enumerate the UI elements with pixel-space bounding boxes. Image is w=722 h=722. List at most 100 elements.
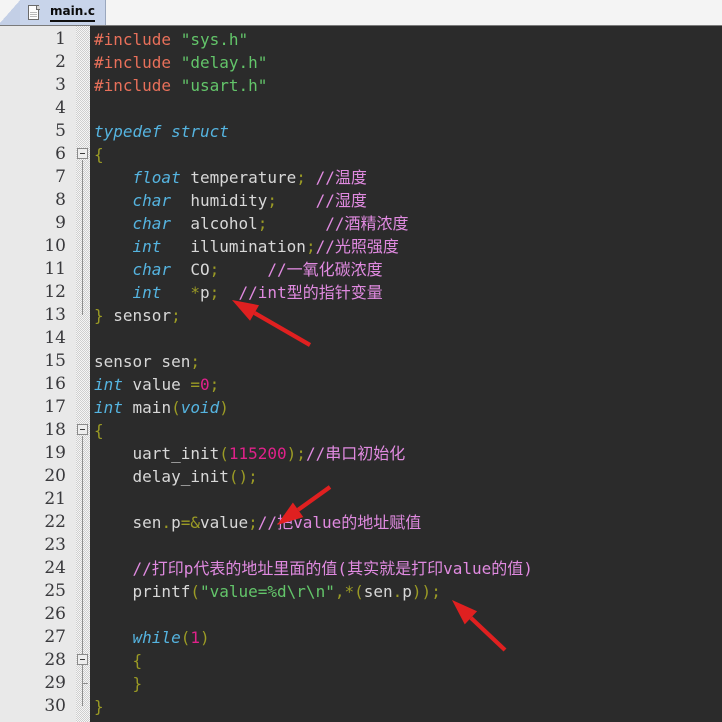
- line-number: 25: [44, 581, 66, 601]
- code-token: //酒精浓度: [325, 214, 409, 233]
- code-token: float: [132, 168, 181, 187]
- code-line[interactable]: int value =0;: [94, 373, 219, 396]
- code-token: ();: [228, 467, 258, 486]
- tab-main-c[interactable]: main.c: [20, 0, 106, 25]
- code-line[interactable]: int illumination;//光照强度: [94, 235, 399, 258]
- code-token: delay_init: [94, 467, 229, 486]
- code-token: }: [94, 306, 104, 325]
- code-token: int: [94, 398, 123, 417]
- code-token: ): [219, 398, 229, 417]
- line-number: 1: [55, 29, 66, 49]
- line-number: 10: [44, 236, 66, 256]
- line-number: 7: [55, 167, 66, 187]
- line-number: 27: [44, 627, 66, 647]
- code-line[interactable]: } sensor;: [94, 304, 181, 327]
- code-token: =&: [180, 513, 200, 532]
- code-line[interactable]: typedef struct: [94, 120, 229, 143]
- line-number: 5: [55, 121, 66, 141]
- code-token: {: [94, 421, 104, 440]
- fold-toggle-icon[interactable]: [77, 654, 88, 665]
- code-token: {: [94, 145, 104, 164]
- line-number: 30: [44, 696, 66, 716]
- code-line[interactable]: delay_init();: [94, 465, 258, 488]
- line-number: 28: [44, 650, 66, 670]
- code-token: //一氧化碳浓度: [267, 260, 383, 279]
- line-number: 23: [44, 535, 66, 555]
- code-line[interactable]: uart_init(115200);//串口初始化: [94, 442, 406, 465]
- code-token: (: [219, 444, 229, 463]
- code-token: #include: [94, 30, 172, 49]
- code-line[interactable]: #include "delay.h": [94, 51, 267, 74]
- code-token: (: [180, 628, 191, 647]
- line-number: 22: [44, 512, 66, 532]
- code-line[interactable]: sen.p=&value;//把value的地址赋值: [94, 511, 422, 534]
- code-token: p: [171, 513, 181, 532]
- code-token: //把value的地址赋值: [257, 513, 422, 532]
- line-number: 17: [44, 397, 66, 417]
- code-line[interactable]: {: [94, 649, 143, 672]
- code-folding-gutter[interactable]: [76, 26, 90, 722]
- line-number: 18: [44, 420, 66, 440]
- code-token: *: [190, 283, 200, 302]
- code-editor-window: main.c 1 2 3 4 5 6 7 8 9 10 11 12 13 14 15 16 17 18 19 20 21…: [0, 0, 722, 722]
- line-number: 4: [55, 98, 66, 118]
- code-line[interactable]: int main(void): [94, 396, 229, 419]
- code-token: (: [190, 582, 200, 601]
- code-line[interactable]: char CO; //一氧化碳浓度: [94, 258, 383, 281]
- code-token: uart_init: [94, 444, 220, 463]
- line-number: 6: [55, 144, 66, 164]
- code-line[interactable]: float temperature; //温度: [94, 166, 367, 189]
- code-token: humidity: [171, 191, 268, 210]
- code-line[interactable]: sensor sen;: [94, 350, 200, 373]
- file-icon: [28, 4, 41, 21]
- code-token: ;: [209, 283, 220, 302]
- code-token: }: [94, 697, 104, 716]
- code-line[interactable]: #include "usart.h": [94, 74, 267, 97]
- code-token: ;: [209, 260, 220, 279]
- code-line[interactable]: char humidity; //湿度: [94, 189, 367, 212]
- code-line[interactable]: {: [94, 143, 104, 166]
- code-line[interactable]: }: [94, 695, 104, 718]
- code-token: ,*(: [334, 582, 364, 601]
- code-token: main: [122, 398, 172, 417]
- line-number: 9: [55, 213, 66, 233]
- code-token: illumination: [161, 237, 306, 256]
- line-number: 20: [44, 466, 66, 486]
- line-number: 24: [44, 558, 66, 578]
- code-token: int: [132, 237, 162, 256]
- code-line[interactable]: int *p; //int型的指针变量: [94, 281, 383, 304]
- tab-bar-leadin: [0, 0, 22, 25]
- code-token: sensor: [103, 306, 172, 325]
- code-line[interactable]: printf("value=%d\r\n",*(sen.p));: [94, 580, 441, 603]
- fold-toggle-icon[interactable]: [77, 148, 88, 159]
- fold-toggle-icon[interactable]: [77, 424, 88, 435]
- code-token: char: [132, 191, 172, 210]
- code-line[interactable]: #include "sys.h": [94, 28, 248, 51]
- code-token: "value=%d\r\n": [199, 582, 335, 601]
- code-token: char: [132, 214, 172, 233]
- line-number: 26: [44, 604, 66, 624]
- code-line[interactable]: while(1): [94, 626, 210, 649]
- code-line[interactable]: }: [94, 672, 143, 695]
- code-token: (: [171, 398, 181, 417]
- code-token: }: [132, 674, 143, 693]
- code-token: //光照强度: [315, 237, 399, 256]
- code-token: printf: [94, 582, 191, 601]
- code-token: typedef struct: [94, 122, 229, 141]
- code-line[interactable]: //打印p代表的地址里面的值(其实就是打印value的值): [94, 557, 533, 580]
- code-token: ;: [305, 237, 316, 256]
- editor[interactable]: 1 2 3 4 5 6 7 8 9 10 11 12 13 14 15 16 17 18 19 20 21 22 23 24 2…: [0, 26, 722, 722]
- code-line[interactable]: {: [94, 419, 104, 442]
- code-line[interactable]: char alcohol; //酒精浓度: [94, 212, 409, 235]
- line-number: 21: [44, 489, 66, 509]
- code-token: value: [122, 375, 191, 394]
- code-content[interactable]: #include "sys.h" #include "delay.h" #inclu…: [90, 26, 722, 722]
- line-number: 14: [44, 328, 66, 348]
